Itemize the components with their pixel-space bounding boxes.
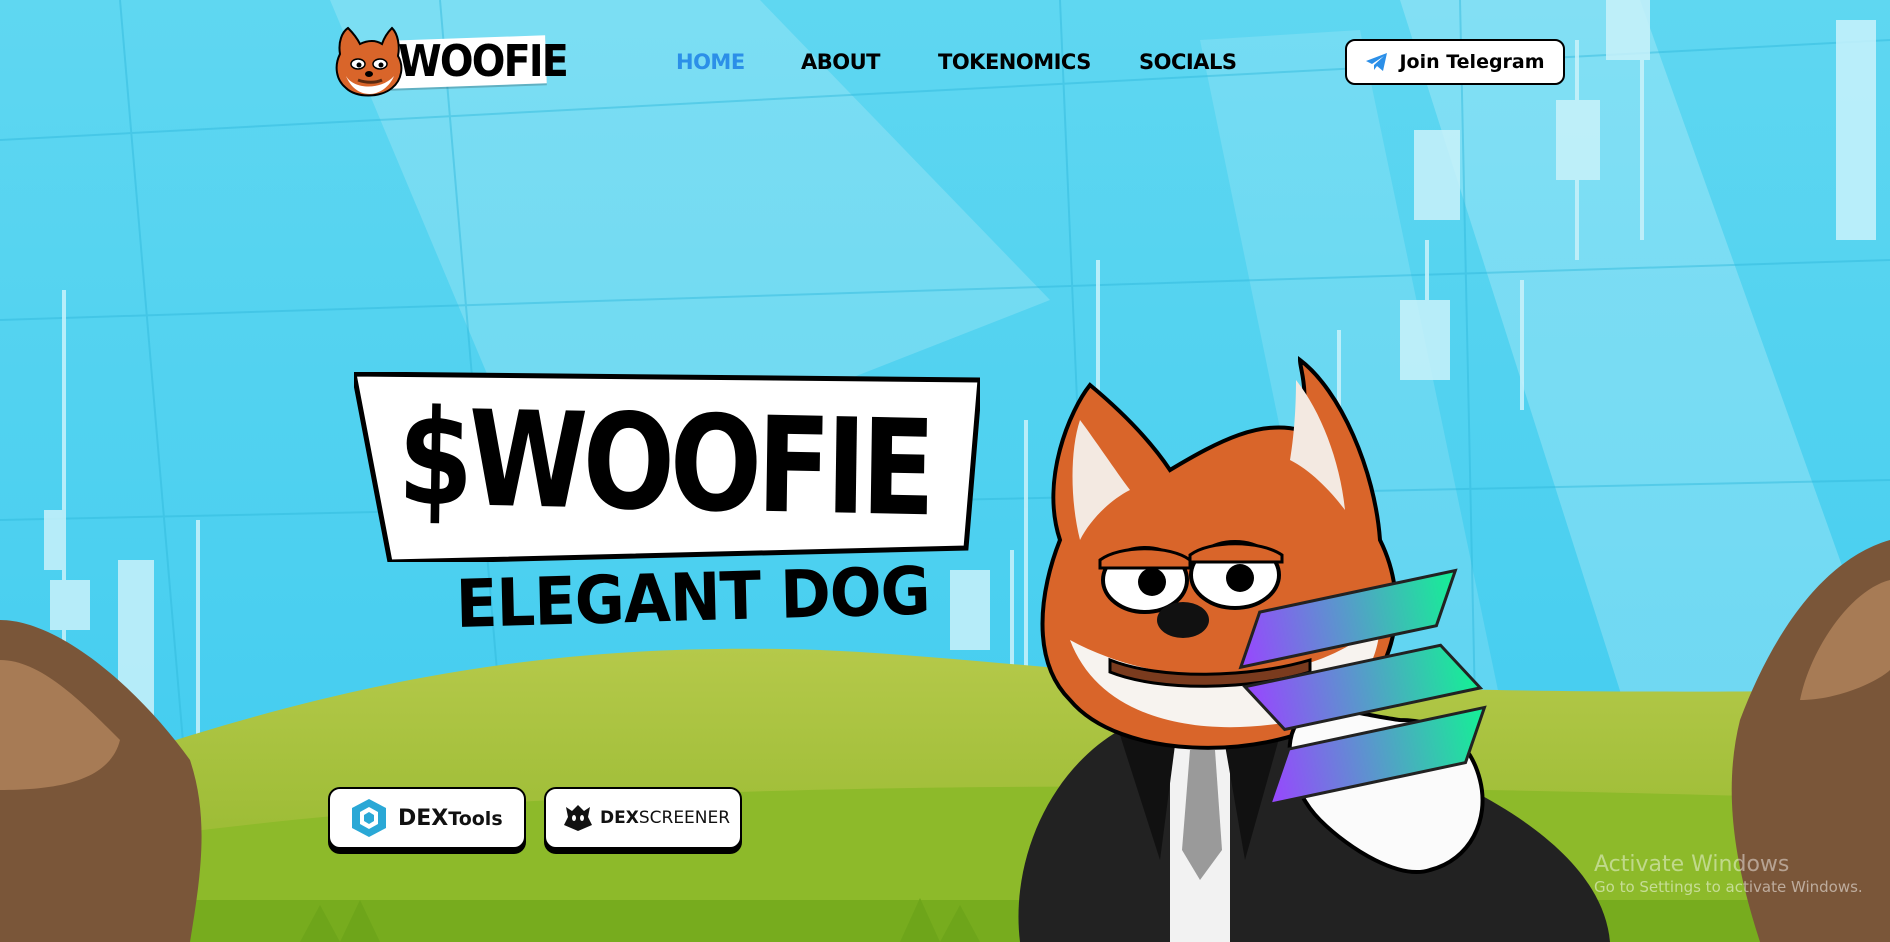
logo-wordmark: WOOFIE [398, 36, 569, 87]
dexscreener-label-rest: SCREENER [638, 808, 731, 828]
dextools-button[interactable]: DEXTools [328, 787, 526, 849]
fox-head-icon [335, 26, 403, 97]
join-telegram-label: Join Telegram [1399, 51, 1545, 73]
dextools-label-rest: Tools [448, 807, 503, 830]
nav-about[interactable]: ABOUT [801, 50, 881, 74]
hero-subtitle: ELEGANT DOG [455, 552, 931, 643]
dexscreener-button[interactable]: DEXSCREENER [544, 787, 742, 849]
activate-windows-subtitle: Go to Settings to activate Windows. [1594, 878, 1863, 896]
telegram-icon [1366, 53, 1388, 71]
dexscreener-icon [564, 805, 592, 831]
nav-socials[interactable]: SOCIALS [1139, 50, 1237, 74]
dexscreener-label-bold: DEX [600, 808, 639, 828]
dextools-label-bold: DEX [398, 805, 449, 831]
dextools-icon [352, 799, 386, 837]
nav-tokenomics[interactable]: TOKENOMICS [938, 50, 1091, 74]
activate-windows-title: Activate Windows [1594, 852, 1790, 877]
brand-logo[interactable]: WOOFIE [332, 24, 569, 100]
hero-title: $WOOFIE [396, 381, 932, 547]
nav-home[interactable]: HOME [676, 50, 745, 74]
join-telegram-button[interactable]: Join Telegram [1345, 39, 1565, 85]
